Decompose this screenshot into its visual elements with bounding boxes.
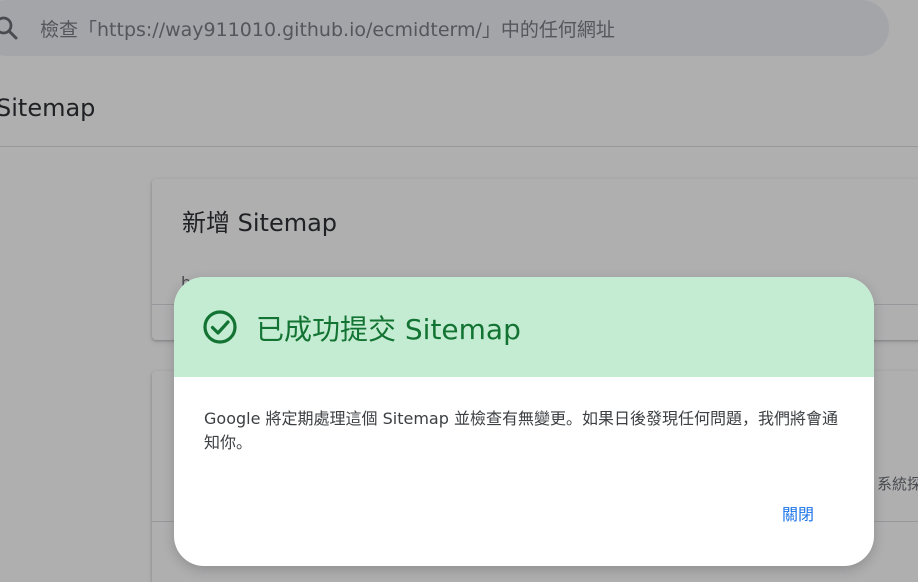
dialog-title: 已成功提交 Sitemap	[256, 313, 521, 346]
close-button[interactable]: 關閉	[774, 499, 822, 527]
check-circle-icon	[201, 308, 239, 346]
success-dialog: 已成功提交 Sitemap Google 將定期處理這個 Sitemap 並檢查…	[174, 277, 874, 566]
dialog-message: Google 將定期處理這個 Sitemap 並檢查有無變更。如果日後發現任何問…	[204, 409, 838, 452]
dialog-header: 已成功提交 Sitemap	[174, 277, 874, 377]
